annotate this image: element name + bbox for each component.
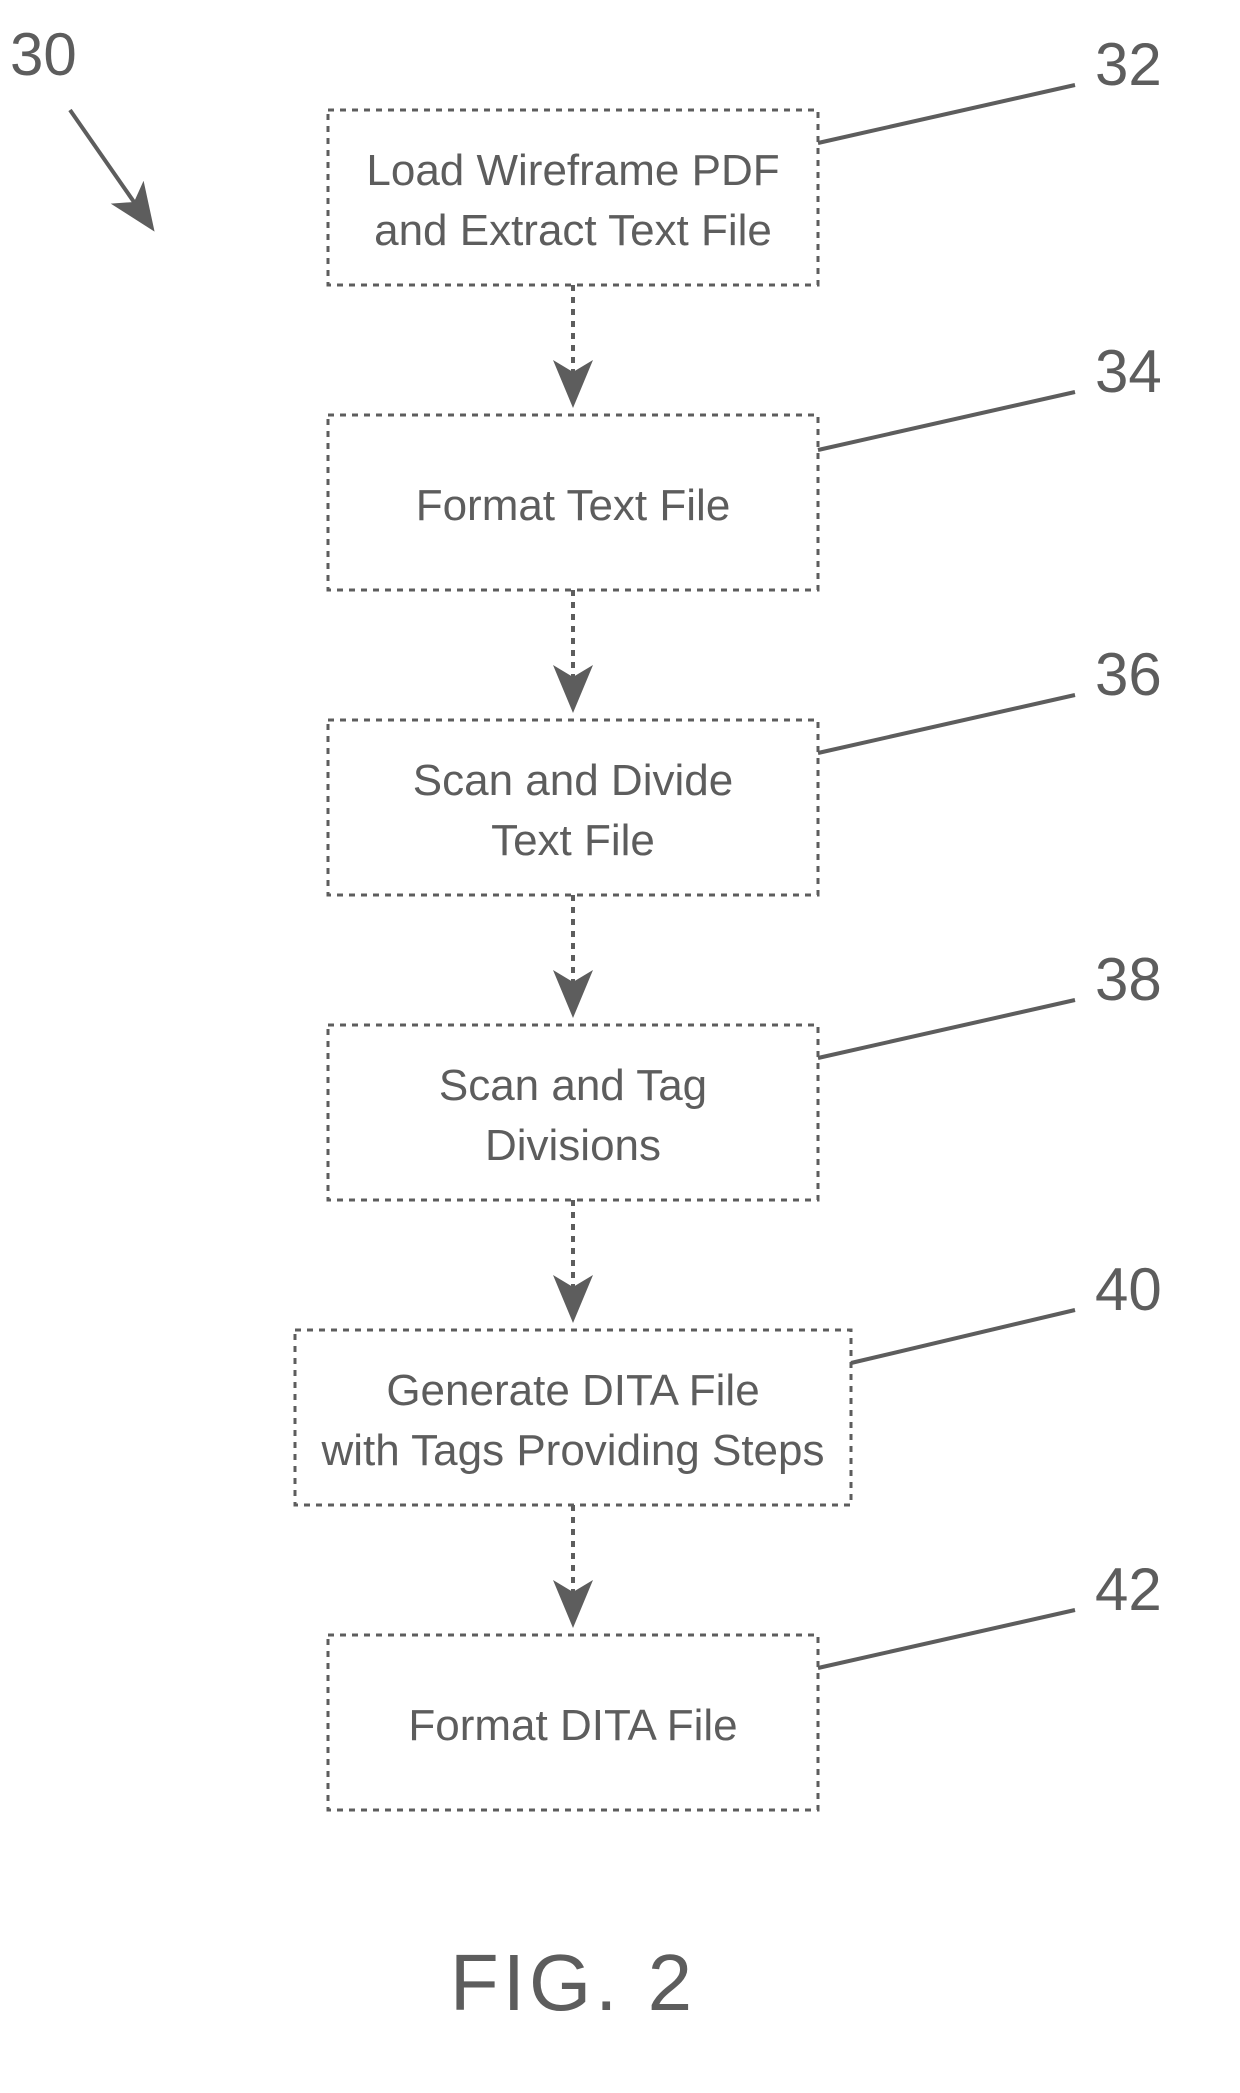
- flow-step-36: Scan and Divide Text File 36: [328, 641, 1162, 895]
- step-text-32-line1: Load Wireframe PDF: [366, 146, 779, 195]
- flowchart-figure: 30 Load Wireframe PDF and Extract Text F…: [0, 0, 1240, 2093]
- ref-leader-32: [818, 85, 1075, 143]
- step-text-40-line2: with Tags Providing Steps: [320, 1426, 824, 1475]
- step-text-38-line2: Divisions: [485, 1121, 661, 1170]
- diagram-ref-leader: [70, 110, 150, 225]
- flow-step-34: Format Text File 34: [328, 338, 1162, 590]
- flow-step-42: Format DITA File 42: [328, 1556, 1162, 1810]
- step-text-38-line1: Scan and Tag: [439, 1061, 707, 1110]
- ref-label-32: 32: [1095, 31, 1162, 98]
- step-text-42-line1: Format DITA File: [408, 1701, 737, 1750]
- ref-label-40: 40: [1095, 1256, 1162, 1323]
- ref-leader-34: [818, 392, 1075, 450]
- step-text-36-line2: Text File: [491, 816, 655, 865]
- ref-label-36: 36: [1095, 641, 1162, 708]
- diagram-ref-label: 30: [10, 21, 77, 88]
- ref-label-38: 38: [1095, 946, 1162, 1013]
- ref-label-34: 34: [1095, 338, 1162, 405]
- step-text-40-line1: Generate DITA File: [386, 1366, 759, 1415]
- figure-label: FIG. 2: [450, 1938, 696, 2027]
- ref-leader-40: [851, 1310, 1075, 1363]
- flow-step-32: Load Wireframe PDF and Extract Text File…: [328, 31, 1162, 285]
- step-text-34-line1: Format Text File: [416, 481, 731, 530]
- step-text-32-line2: and Extract Text File: [374, 206, 772, 255]
- step-text-36-line1: Scan and Divide: [413, 756, 733, 805]
- ref-leader-42: [818, 1610, 1075, 1668]
- ref-leader-38: [818, 1000, 1075, 1058]
- ref-leader-36: [818, 695, 1075, 753]
- flow-step-40: Generate DITA File with Tags Providing S…: [295, 1256, 1162, 1505]
- flow-step-38: Scan and Tag Divisions 38: [328, 946, 1162, 1200]
- ref-label-42: 42: [1095, 1556, 1162, 1623]
